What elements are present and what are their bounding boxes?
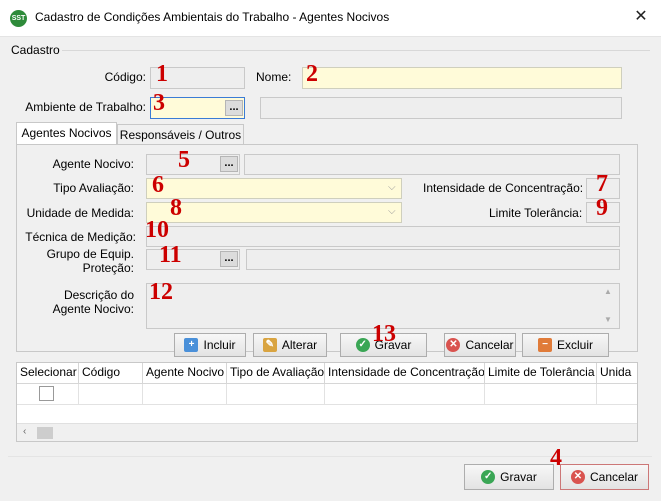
grid-header: Selecionar Código Agente Nocivo Tipo de … [17,363,637,384]
footer-cancelar-label: Cancelar [589,470,639,484]
scroll-down-icon[interactable]: ▼ [604,315,612,324]
footer-gravar-label: Gravar [500,470,537,484]
grupo-label-line2: Proteção: [82,261,134,275]
col-selecionar[interactable]: Selecionar [17,363,79,383]
alterar-button[interactable]: ✎ Alterar [253,333,327,357]
descricao-label-line1: Descrição do [63,288,134,302]
marker-8: 8 [170,195,182,221]
cancelar-label: Cancelar [465,338,514,352]
row-cell [227,384,325,404]
col-codigo[interactable]: Código [79,363,143,383]
agentes-grid[interactable]: Selecionar Código Agente Nocivo Tipo de … [16,362,638,442]
descricao-label: Descrição do Agente Nocivo: [20,288,134,316]
tab-agentes-nocivos[interactable]: Agentes Nocivos [16,122,117,145]
ambiente-lookup-button[interactable]: ... [225,100,243,116]
agente-label: Agente Nocivo: [52,157,134,171]
marker-9: 9 [596,195,608,221]
excluir-button[interactable]: − Excluir [522,333,609,357]
unidade-label: Unidade de Medida: [26,206,134,220]
col-limite-tolerancia[interactable]: Limite de Tolerância [485,363,597,383]
footer-cancelar-button[interactable]: ✕ Cancelar [560,464,649,490]
horizontal-scrollbar[interactable]: ‹ [17,423,637,441]
incluir-button[interactable]: + Incluir [174,333,246,357]
tipo-avaliacao-select[interactable] [146,178,402,199]
cancel-icon: ✕ [570,470,585,484]
row-cell [79,384,143,404]
ambiente-description-field [260,97,622,119]
alterar-label: Alterar [281,338,318,352]
group-label-cadastro: Cadastro [11,43,60,57]
col-agente-nocivo[interactable]: Agente Nocivo [143,363,227,383]
excluir-label: Excluir [556,338,593,352]
intensidade-label: Intensidade de Concentração: [423,181,584,195]
add-document-icon: + [184,338,199,352]
unidade-select[interactable] [146,202,402,223]
marker-1: 1 [156,61,168,87]
row-cell [485,384,597,404]
check-icon: ✓ [355,338,370,352]
limite-label: Limite Tolerância: [489,206,583,220]
marker-4: 4 [550,445,562,471]
row-select-cell[interactable] [17,384,79,404]
footer-gravar-button[interactable]: ✓ Gravar [464,464,554,490]
delete-document-icon: − [537,338,552,352]
marker-2: 2 [306,61,318,87]
tab-responsaveis-outros[interactable]: Responsáveis / Outros [117,124,244,145]
col-tipo-avaliacao[interactable]: Tipo de Avaliação [227,363,325,383]
marker-13: 13 [372,321,396,347]
tipo-avaliacao-label: Tipo Avaliação: [53,181,134,195]
agente-description-field [244,154,620,175]
tecnica-label: Técnica de Medição: [25,230,136,244]
incluir-label: Incluir [203,338,236,352]
nome-field[interactable] [302,67,622,89]
group-divider [62,50,650,51]
cancel-icon: ✕ [446,338,461,352]
marker-5: 5 [178,147,190,173]
row-cell [325,384,485,404]
marker-12: 12 [149,279,173,305]
app-icon: SST [10,10,27,27]
row-cell [597,384,637,404]
tecnica-field[interactable] [146,226,620,247]
chevron-down-icon: ⌵ [388,182,396,193]
table-row[interactable] [17,384,637,405]
col-unidade[interactable]: Unida [597,363,637,383]
window-title: Cadastro de Condições Ambientais do Trab… [35,10,390,24]
row-checkbox[interactable] [39,386,54,401]
grupo-label: Grupo de Equip. Proteção: [10,247,134,275]
descricao-label-line2: Agente Nocivo: [52,302,134,316]
title-bar: SST Cadastro de Condições Ambientais do … [0,0,661,37]
scrollbar-thumb[interactable] [37,427,53,439]
codigo-label: Código: [104,70,146,84]
marker-11: 11 [159,242,182,268]
row-cell [143,384,227,404]
marker-3: 3 [153,90,165,116]
grupo-label-line1: Grupo de Equip. [46,247,134,261]
marker-10: 10 [145,217,169,243]
scroll-left-icon[interactable]: ‹ [23,426,26,437]
marker-6: 6 [152,172,164,198]
nome-label: Nome: [256,70,292,84]
edit-icon: ✎ [262,338,277,352]
close-icon[interactable]: ✕ [631,5,651,29]
cancelar-button[interactable]: ✕ Cancelar [444,333,516,357]
grupo-lookup-button[interactable]: ... [220,251,238,267]
ambiente-label: Ambiente de Trabalho: [25,100,146,114]
chevron-down-icon: ⌵ [388,206,396,217]
col-intensidade[interactable]: Intensidade de Concentração [325,363,485,383]
agente-lookup-button[interactable]: ... [220,156,238,172]
grupo-description-field [246,249,620,270]
marker-7: 7 [596,171,608,197]
check-icon: ✓ [481,470,496,484]
scroll-up-icon[interactable]: ▲ [604,287,612,296]
